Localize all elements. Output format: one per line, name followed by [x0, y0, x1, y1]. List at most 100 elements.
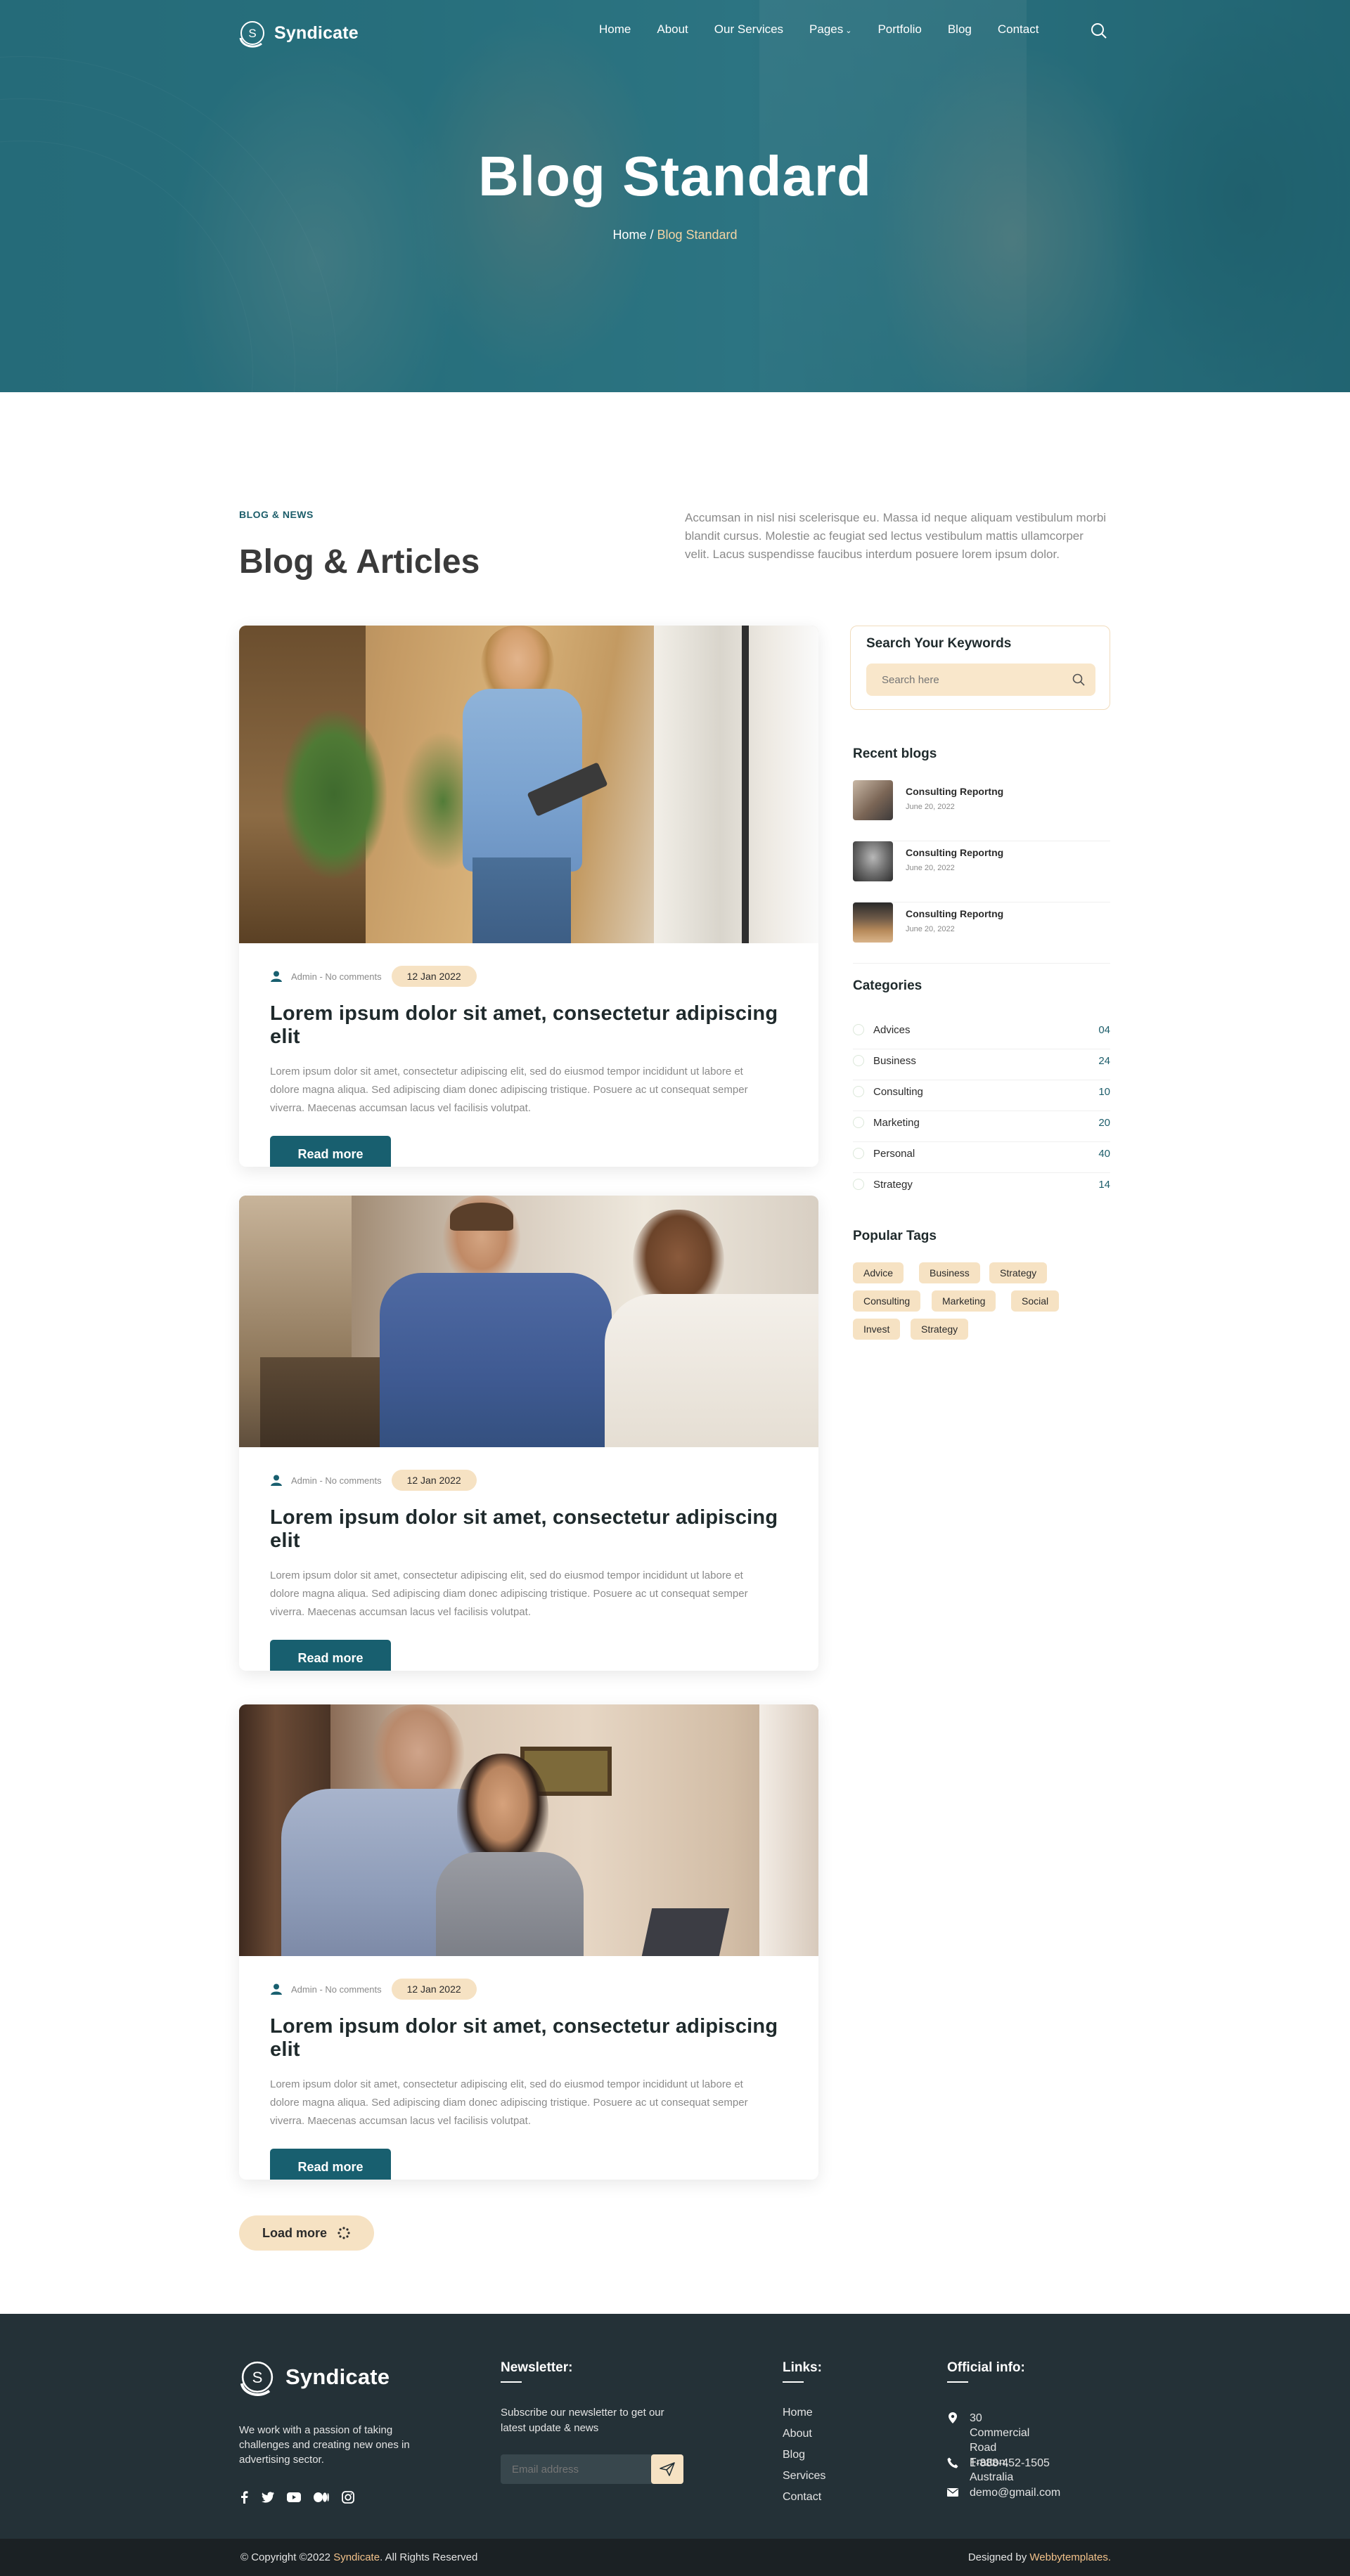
twitter-icon[interactable] [262, 2492, 274, 2503]
read-more-button[interactable]: Read more [270, 1136, 391, 1167]
recent-blog-title[interactable]: Consulting Reportng [906, 786, 1003, 797]
category-count: 14 [1098, 1179, 1110, 1191]
footer-links: Home About Blog Services Contact [783, 2407, 825, 2512]
category-item[interactable]: Advices 04 [853, 1018, 1110, 1049]
brand-logo[interactable]: S Syndicate [236, 17, 359, 49]
nav-pages-label: Pages [809, 22, 844, 36]
designer-prefix: Designed by [968, 2551, 1030, 2563]
tag-pill[interactable]: Advice [853, 1262, 904, 1283]
brand-name: Syndicate [274, 22, 359, 43]
email-text[interactable]: demo@gmail.com [970, 2485, 1060, 2500]
tag-pill[interactable]: Marketing [932, 1290, 996, 1312]
instagram-icon[interactable] [342, 2491, 354, 2504]
nav-blog[interactable]: Blog [948, 22, 972, 37]
user-icon [271, 1475, 282, 1486]
chevron-down-icon: ⌄ [845, 27, 852, 35]
tag-pill[interactable]: Invest [853, 1319, 901, 1340]
footer-logo[interactable]: S Syndicate [236, 2356, 390, 2398]
post-author[interactable]: Admin - No comments [291, 1984, 382, 1995]
post-image[interactable] [239, 1196, 818, 1447]
copyright-suffix: . All Rights Reserved [380, 2551, 478, 2563]
recent-blog-thumbnail [853, 902, 893, 943]
category-name: Advices [873, 1024, 911, 1036]
logo-icon: S [240, 2361, 274, 2396]
main-nav: S Syndicate Home About Our Services Page… [0, 0, 1350, 62]
tag-pill[interactable]: Strategy [989, 1262, 1048, 1283]
location-icon [949, 2412, 957, 2423]
recent-blog-item[interactable]: Consulting Reportng June 20, 2022 [853, 841, 1110, 902]
breadcrumb-current: Blog Standard [657, 228, 738, 242]
search-input[interactable] [882, 664, 1065, 696]
copyright-bar: © Copyright ©2022 Syndicate. All Rights … [0, 2539, 1350, 2576]
category-bullet-icon [853, 1086, 864, 1097]
category-item[interactable]: Business 24 [853, 1049, 1110, 1080]
nav-home[interactable]: Home [599, 22, 631, 37]
address-text: 30 Commercial Road Fratton, Australia [970, 2412, 1030, 2483]
categories-title: Categories [853, 978, 922, 993]
recent-blog-item[interactable]: Consulting Reportng June 20, 2022 [853, 902, 1110, 964]
hero-banner: S Syndicate Home About Our Services Page… [0, 0, 1350, 392]
footer-link-home[interactable]: Home [783, 2407, 825, 2428]
search-icon[interactable] [1090, 22, 1108, 40]
youtube-icon[interactable] [287, 2492, 301, 2502]
nav-services[interactable]: Our Services [714, 22, 783, 37]
phone-text[interactable]: 1-888-452-1505 [970, 2456, 1050, 2471]
footer-link-contact[interactable]: Contact [783, 2491, 825, 2512]
post-date: 12 Jan 2022 [391, 1470, 477, 1491]
post-author[interactable]: Admin - No comments [291, 971, 382, 982]
copyright-prefix: © Copyright ©2022 [240, 2551, 334, 2563]
category-item[interactable]: Strategy 14 [853, 1173, 1110, 1204]
read-more-button[interactable]: Read more [270, 1640, 391, 1671]
facebook-icon[interactable] [239, 2491, 249, 2504]
nav-contact[interactable]: Contact [998, 22, 1039, 37]
nav-about[interactable]: About [657, 22, 688, 37]
copyright-text: © Copyright ©2022 Syndicate. All Rights … [240, 2551, 477, 2563]
tag-pill[interactable]: Business [919, 1262, 980, 1283]
category-name: Marketing [873, 1117, 920, 1129]
post-title[interactable]: Lorem ipsum dolor sit amet, consectetur … [270, 2015, 788, 2062]
category-bullet-icon [853, 1117, 864, 1128]
tag-pill[interactable]: Strategy [911, 1319, 969, 1340]
recent-blog-title[interactable]: Consulting Reportng [906, 847, 1003, 858]
breadcrumb-home[interactable]: Home [612, 228, 646, 242]
recent-blog-item[interactable]: Consulting Reportng June 20, 2022 [853, 780, 1110, 841]
post-body: Admin - No comments 12 Jan 2022 Lorem ip… [239, 943, 818, 1167]
recent-blog-thumbnail [853, 780, 893, 820]
post-meta: Admin - No comments 12 Jan 2022 [270, 1977, 788, 2001]
footer-link-services[interactable]: Services [783, 2470, 825, 2491]
nav-portfolio[interactable]: Portfolio [878, 22, 921, 37]
email-field[interactable] [512, 2454, 645, 2484]
category-name: Business [873, 1055, 916, 1067]
medium-icon[interactable] [314, 2492, 329, 2502]
search-icon[interactable] [1072, 673, 1086, 687]
category-name: Strategy [873, 1179, 913, 1191]
svg-text:S: S [252, 2369, 263, 2386]
load-more-button[interactable]: Load more [239, 2215, 374, 2251]
search-field [866, 664, 1095, 696]
post-image[interactable] [239, 626, 818, 943]
post-excerpt: Lorem ipsum dolor sit amet, consectetur … [270, 1066, 748, 1114]
post-date: 12 Jan 2022 [391, 966, 477, 987]
subscribe-button[interactable] [651, 2454, 683, 2484]
search-widget-title: Search Your Keywords [866, 636, 1012, 651]
recent-blog-title[interactable]: Consulting Reportng [906, 908, 1003, 919]
post-image[interactable] [239, 1704, 818, 1956]
category-item[interactable]: Consulting 10 [853, 1080, 1110, 1111]
designer-link[interactable]: Webbytemplates. [1029, 2551, 1111, 2563]
read-more-button[interactable]: Read more [270, 2149, 391, 2180]
recent-blog-thumbnail [853, 841, 893, 881]
category-count: 10 [1098, 1086, 1110, 1098]
footer-link-about[interactable]: About [783, 2428, 825, 2449]
footer-link-blog[interactable]: Blog [783, 2449, 825, 2470]
copyright-brand-link[interactable]: Syndicate [333, 2551, 380, 2563]
tag-pill[interactable]: Social [1011, 1290, 1060, 1312]
category-bullet-icon [853, 1055, 864, 1066]
category-item[interactable]: Marketing 20 [853, 1111, 1110, 1142]
post-title[interactable]: Lorem ipsum dolor sit amet, consectetur … [270, 1506, 788, 1553]
nav-pages[interactable]: Pages ⌄ [809, 22, 851, 37]
send-icon [660, 2462, 675, 2476]
post-author[interactable]: Admin - No comments [291, 1475, 382, 1486]
category-item[interactable]: Personal 40 [853, 1142, 1110, 1173]
tag-pill[interactable]: Consulting [853, 1290, 921, 1312]
post-title[interactable]: Lorem ipsum dolor sit amet, consectetur … [270, 1002, 788, 1049]
